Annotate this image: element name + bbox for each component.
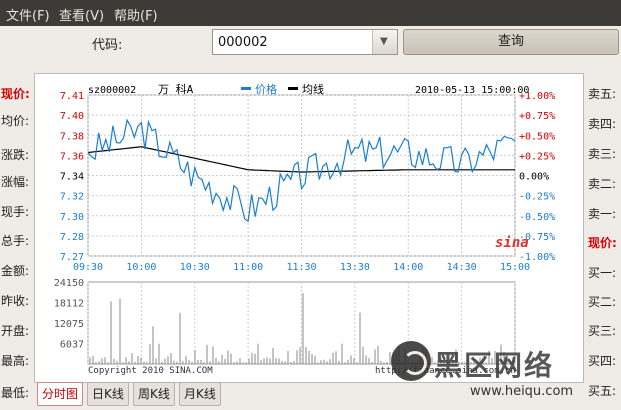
label-buy5: 买五: (588, 384, 617, 398)
volume-tick-labels: 24150 18112 12075 6037 (54, 278, 84, 351)
volume-tick: 6037 (60, 340, 84, 351)
label-buy1: 买一: (588, 266, 617, 280)
label-change: 涨跌: (1, 148, 30, 162)
time-tick: 15:00 (500, 262, 530, 273)
dropdown-button[interactable]: ▼ (372, 30, 397, 54)
price-tick: 7.40 (60, 111, 84, 122)
volume-tick: 12075 (54, 319, 84, 330)
time-tick: 14:30 (447, 262, 477, 273)
label-amount: 金额: (1, 264, 30, 278)
label-buy2: 买二: (588, 295, 617, 309)
price-tick-labels: 7.417.407.387.367.347.327.307.287.27 (60, 91, 84, 263)
time-tick: 09:30 (73, 262, 103, 273)
tab-daily-k[interactable]: 日K线 (87, 382, 129, 406)
tab-weekly-k[interactable]: 周K线 (133, 382, 175, 406)
pct-tick: -0.50% (519, 212, 555, 223)
price-tick: 7.32 (60, 192, 84, 203)
tab-intraday[interactable]: 分时图 (37, 382, 84, 406)
label-prev-close: 昨收: (1, 294, 30, 308)
price-tick: 7.41 (60, 91, 84, 102)
code-combobox[interactable]: 000002 ▼ (212, 29, 398, 55)
query-button[interactable]: 查询 (403, 29, 619, 55)
price-tick: 7.38 (60, 131, 84, 142)
label-high: 最高: (1, 354, 30, 368)
pct-tick: -0.25% (519, 192, 555, 203)
watermark-text: 黑区网络 (434, 349, 555, 382)
menu-bar: 文件(F) 查看(V) 帮助(F) (0, 0, 621, 26)
code-input[interactable]: 000002 (218, 35, 268, 50)
label-buy3: 买三: (588, 324, 617, 338)
sina-logo: sina (495, 235, 529, 251)
label-sell2: 卖二: (588, 177, 617, 191)
label-sell3: 卖三: (588, 147, 617, 161)
label-current-price: 现价: (1, 87, 30, 101)
menu-help[interactable]: 帮助(F) (114, 5, 158, 24)
legend-avg-swatch (288, 87, 298, 90)
chart-stock-name: 万 科A (158, 82, 194, 96)
label-current-price: 现价: (588, 236, 617, 250)
price-tick: 7.28 (60, 232, 84, 243)
label-sell1: 卖一: (588, 207, 617, 221)
label-low: 最低: (1, 386, 30, 400)
label-current-vol: 现手: (1, 205, 30, 219)
time-tick-labels: 09:30 10:00 10:30 11:00 11:30 13:30 14:00 14:30… (73, 262, 530, 273)
time-tick: 11:00 (233, 262, 263, 273)
price-tick: 7.30 (60, 212, 84, 223)
pct-tick: 0.00% (519, 172, 549, 183)
volume-tick: 24150 (54, 278, 84, 289)
chart-code: sz000002 (88, 85, 136, 96)
copyright: Copyright 2010 SINA.COM (88, 366, 213, 376)
legend-price-swatch (241, 87, 251, 90)
label-buy4: 买四: (588, 354, 617, 368)
legend-price-label: 价格 (255, 82, 277, 96)
legend-avg-label: 均线 (302, 82, 324, 96)
price-tick: 7.34 (60, 172, 84, 183)
menu-file[interactable]: 文件(F) (6, 5, 50, 24)
label-open: 开盘: (1, 324, 30, 338)
chevron-down-icon: ▼ (380, 36, 388, 47)
pct-tick: +0.25% (519, 151, 555, 162)
label-total-vol: 总手: (1, 234, 30, 248)
label-sell5: 卖五: (588, 87, 617, 101)
time-tick: 10:30 (180, 262, 210, 273)
watermark-logo (391, 341, 431, 381)
time-tick: 13:30 (340, 262, 370, 273)
intraday-chart: sz000002 万 科A 价格 均线 2010-05-13 15:00:00 … (34, 73, 584, 383)
grid (87, 94, 516, 365)
price-tick: 7.36 (60, 151, 84, 162)
chart-svg: sz000002 万 科A 价格 均线 2010-05-13 15:00:00 … (54, 82, 555, 376)
time-tick: 10:00 (126, 262, 156, 273)
code-label: 代码: (92, 38, 123, 53)
label-sell4: 卖四: (588, 117, 617, 131)
time-tick: 14:00 (393, 262, 423, 273)
volume-tick: 18112 (54, 299, 84, 310)
tab-monthly-k[interactable]: 月K线 (179, 382, 221, 406)
label-change-pct: 涨幅: (1, 175, 30, 189)
chart-datetime: 2010-05-13 15:00:00 (415, 85, 529, 96)
pct-tick: +0.75% (519, 111, 555, 122)
watermark-url: www.heiqu.com (470, 384, 574, 399)
menu-view[interactable]: 查看(V) (59, 5, 104, 24)
pct-tick: +0.50% (519, 131, 555, 142)
pct-tick: +1.00% (519, 91, 555, 102)
label-avg-price: 均价: (1, 114, 30, 128)
time-tick: 11:30 (286, 262, 316, 273)
